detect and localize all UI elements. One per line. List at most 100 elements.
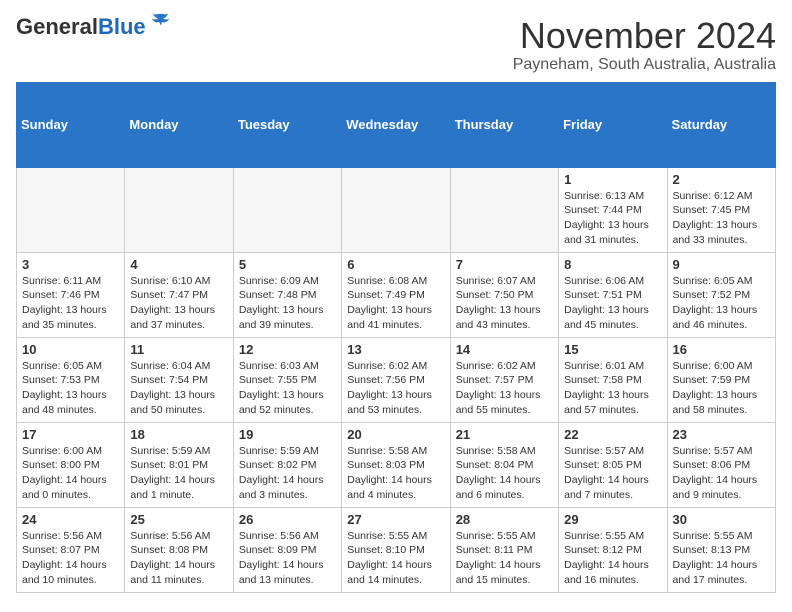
calendar-week-row: 24Sunrise: 5:56 AM Sunset: 8:07 PM Dayli… (17, 507, 776, 592)
cell-content: 28Sunrise: 5:55 AM Sunset: 8:11 PM Dayli… (456, 512, 553, 588)
logo-text: GeneralBlue (16, 16, 146, 38)
day-info: Sunrise: 6:00 AM Sunset: 7:59 PM Dayligh… (673, 359, 770, 418)
calendar-cell: 21Sunrise: 5:58 AM Sunset: 8:04 PM Dayli… (450, 422, 558, 507)
calendar-cell: 13 Sunrise: 6:02 AM Sunset: 7:56 PM Dayli… (342, 337, 450, 422)
day-number: 14 (456, 342, 553, 357)
calendar-cell: 3Sunrise: 6:11 AM Sunset: 7:46 PM Daylig… (17, 252, 125, 337)
bird-icon (150, 11, 172, 33)
calendar-cell (125, 167, 233, 252)
day-info: Sunrise: 5:59 AM Sunset: 8:01 PM Dayligh… (130, 444, 227, 503)
day-number: 13 (347, 342, 444, 357)
page-header: GeneralBlue November 2024 Payneham, Sout… (16, 16, 776, 74)
day-number: 3 (22, 257, 119, 272)
cell-content: 4Sunrise: 6:10 AM Sunset: 7:47 PM Daylig… (130, 257, 227, 333)
cell-content: 9 Sunrise: 6:05 AM Sunset: 7:52 PM Daylig… (673, 257, 770, 333)
day-info: Sunrise: 6:03 AM Sunset: 7:55 PM Dayligh… (239, 359, 336, 418)
calendar-day-header: Monday (125, 82, 233, 167)
day-info: Sunrise: 6:13 AM Sunset: 7:44 PM Dayligh… (564, 189, 661, 248)
cell-content: 22Sunrise: 5:57 AM Sunset: 8:05 PM Dayli… (564, 427, 661, 503)
day-info: Sunrise: 6:05 AM Sunset: 7:52 PM Dayligh… (673, 274, 770, 333)
day-number: 24 (22, 512, 119, 527)
calendar-cell: 18Sunrise: 5:59 AM Sunset: 8:01 PM Dayli… (125, 422, 233, 507)
cell-content: 7Sunrise: 6:07 AM Sunset: 7:50 PM Daylig… (456, 257, 553, 333)
day-number: 6 (347, 257, 444, 272)
calendar-cell: 29Sunrise: 5:55 AM Sunset: 8:12 PM Dayli… (559, 507, 667, 592)
cell-content: 3Sunrise: 6:11 AM Sunset: 7:46 PM Daylig… (22, 257, 119, 333)
calendar-week-row: 17Sunrise: 6:00 AM Sunset: 8:00 PM Dayli… (17, 422, 776, 507)
day-number: 8 (564, 257, 661, 272)
logo-general: General (16, 14, 98, 39)
day-number: 9 (673, 257, 770, 272)
day-number: 30 (673, 512, 770, 527)
calendar-cell: 27Sunrise: 5:55 AM Sunset: 8:10 PM Dayli… (342, 507, 450, 592)
calendar-day-header: Friday (559, 82, 667, 167)
calendar-cell: 25Sunrise: 5:56 AM Sunset: 8:08 PM Dayli… (125, 507, 233, 592)
cell-content: 2 Sunrise: 6:12 AM Sunset: 7:45 PM Daylig… (673, 172, 770, 248)
day-info: Sunrise: 6:10 AM Sunset: 7:47 PM Dayligh… (130, 274, 227, 333)
cell-content: 25Sunrise: 5:56 AM Sunset: 8:08 PM Dayli… (130, 512, 227, 588)
calendar-cell: 22Sunrise: 5:57 AM Sunset: 8:05 PM Dayli… (559, 422, 667, 507)
calendar-cell: 24Sunrise: 5:56 AM Sunset: 8:07 PM Dayli… (17, 507, 125, 592)
day-number: 28 (456, 512, 553, 527)
cell-content: 5Sunrise: 6:09 AM Sunset: 7:48 PM Daylig… (239, 257, 336, 333)
cell-content: 29Sunrise: 5:55 AM Sunset: 8:12 PM Dayli… (564, 512, 661, 588)
calendar-cell: 6Sunrise: 6:08 AM Sunset: 7:49 PM Daylig… (342, 252, 450, 337)
calendar-cell: 8 Sunrise: 6:06 AM Sunset: 7:51 PM Daylig… (559, 252, 667, 337)
day-info: Sunrise: 6:05 AM Sunset: 7:53 PM Dayligh… (22, 359, 119, 418)
month-title: November 2024 (513, 16, 776, 56)
day-info: Sunrise: 5:56 AM Sunset: 8:09 PM Dayligh… (239, 529, 336, 588)
cell-content: 21Sunrise: 5:58 AM Sunset: 8:04 PM Dayli… (456, 427, 553, 503)
calendar-cell: 26Sunrise: 5:56 AM Sunset: 8:09 PM Dayli… (233, 507, 341, 592)
calendar-cell: 28Sunrise: 5:55 AM Sunset: 8:11 PM Dayli… (450, 507, 558, 592)
calendar-cell (17, 167, 125, 252)
calendar-day-header: Thursday (450, 82, 558, 167)
cell-content: 16 Sunrise: 6:00 AM Sunset: 7:59 PM Dayli… (673, 342, 770, 418)
day-info: Sunrise: 6:07 AM Sunset: 7:50 PM Dayligh… (456, 274, 553, 333)
day-number: 19 (239, 427, 336, 442)
title-block: November 2024 Payneham, South Australia,… (513, 16, 776, 74)
day-number: 27 (347, 512, 444, 527)
calendar-cell: 12 Sunrise: 6:03 AM Sunset: 7:55 PM Dayli… (233, 337, 341, 422)
day-info: Sunrise: 6:12 AM Sunset: 7:45 PM Dayligh… (673, 189, 770, 248)
calendar-day-header: Wednesday (342, 82, 450, 167)
day-number: 16 (673, 342, 770, 357)
calendar-cell: 17Sunrise: 6:00 AM Sunset: 8:00 PM Dayli… (17, 422, 125, 507)
calendar-cell (233, 167, 341, 252)
day-number: 17 (22, 427, 119, 442)
calendar-cell: 15Sunrise: 6:01 AM Sunset: 7:58 PM Dayli… (559, 337, 667, 422)
calendar-day-header: Saturday (667, 82, 775, 167)
calendar-header-row: SundayMondayTuesdayWednesdayThursdayFrid… (17, 82, 776, 167)
day-number: 23 (673, 427, 770, 442)
cell-content: 18Sunrise: 5:59 AM Sunset: 8:01 PM Dayli… (130, 427, 227, 503)
day-number: 2 (673, 172, 770, 187)
day-info: Sunrise: 6:02 AM Sunset: 7:56 PM Dayligh… (347, 359, 444, 418)
cell-content: 19Sunrise: 5:59 AM Sunset: 8:02 PM Dayli… (239, 427, 336, 503)
day-info: Sunrise: 5:56 AM Sunset: 8:08 PM Dayligh… (130, 529, 227, 588)
cell-content: 24Sunrise: 5:56 AM Sunset: 8:07 PM Dayli… (22, 512, 119, 588)
day-info: Sunrise: 5:57 AM Sunset: 8:05 PM Dayligh… (564, 444, 661, 503)
day-number: 1 (564, 172, 661, 187)
calendar-cell: 4Sunrise: 6:10 AM Sunset: 7:47 PM Daylig… (125, 252, 233, 337)
cell-content: 23 Sunrise: 5:57 AM Sunset: 8:06 PM Dayli… (673, 427, 770, 503)
calendar-table: SundayMondayTuesdayWednesdayThursdayFrid… (16, 82, 776, 593)
day-info: Sunrise: 6:09 AM Sunset: 7:48 PM Dayligh… (239, 274, 336, 333)
day-number: 12 (239, 342, 336, 357)
cell-content: 17Sunrise: 6:00 AM Sunset: 8:00 PM Dayli… (22, 427, 119, 503)
day-info: Sunrise: 6:04 AM Sunset: 7:54 PM Dayligh… (130, 359, 227, 418)
calendar-cell: 20Sunrise: 5:58 AM Sunset: 8:03 PM Dayli… (342, 422, 450, 507)
calendar-cell: 7Sunrise: 6:07 AM Sunset: 7:50 PM Daylig… (450, 252, 558, 337)
calendar-cell: 10Sunrise: 6:05 AM Sunset: 7:53 PM Dayli… (17, 337, 125, 422)
cell-content: 20Sunrise: 5:58 AM Sunset: 8:03 PM Dayli… (347, 427, 444, 503)
logo: GeneralBlue (16, 16, 172, 38)
calendar-week-row: 1 Sunrise: 6:13 AM Sunset: 7:44 PM Daylig… (17, 167, 776, 252)
cell-content: 15Sunrise: 6:01 AM Sunset: 7:58 PM Dayli… (564, 342, 661, 418)
day-info: Sunrise: 5:57 AM Sunset: 8:06 PM Dayligh… (673, 444, 770, 503)
cell-content: 14Sunrise: 6:02 AM Sunset: 7:57 PM Dayli… (456, 342, 553, 418)
day-info: Sunrise: 5:58 AM Sunset: 8:03 PM Dayligh… (347, 444, 444, 503)
cell-content: 30Sunrise: 5:55 AM Sunset: 8:13 PM Dayli… (673, 512, 770, 588)
cell-content: 6Sunrise: 6:08 AM Sunset: 7:49 PM Daylig… (347, 257, 444, 333)
day-info: Sunrise: 5:55 AM Sunset: 8:12 PM Dayligh… (564, 529, 661, 588)
calendar-cell: 23 Sunrise: 5:57 AM Sunset: 8:06 PM Dayli… (667, 422, 775, 507)
calendar-cell (450, 167, 558, 252)
day-info: Sunrise: 6:06 AM Sunset: 7:51 PM Dayligh… (564, 274, 661, 333)
